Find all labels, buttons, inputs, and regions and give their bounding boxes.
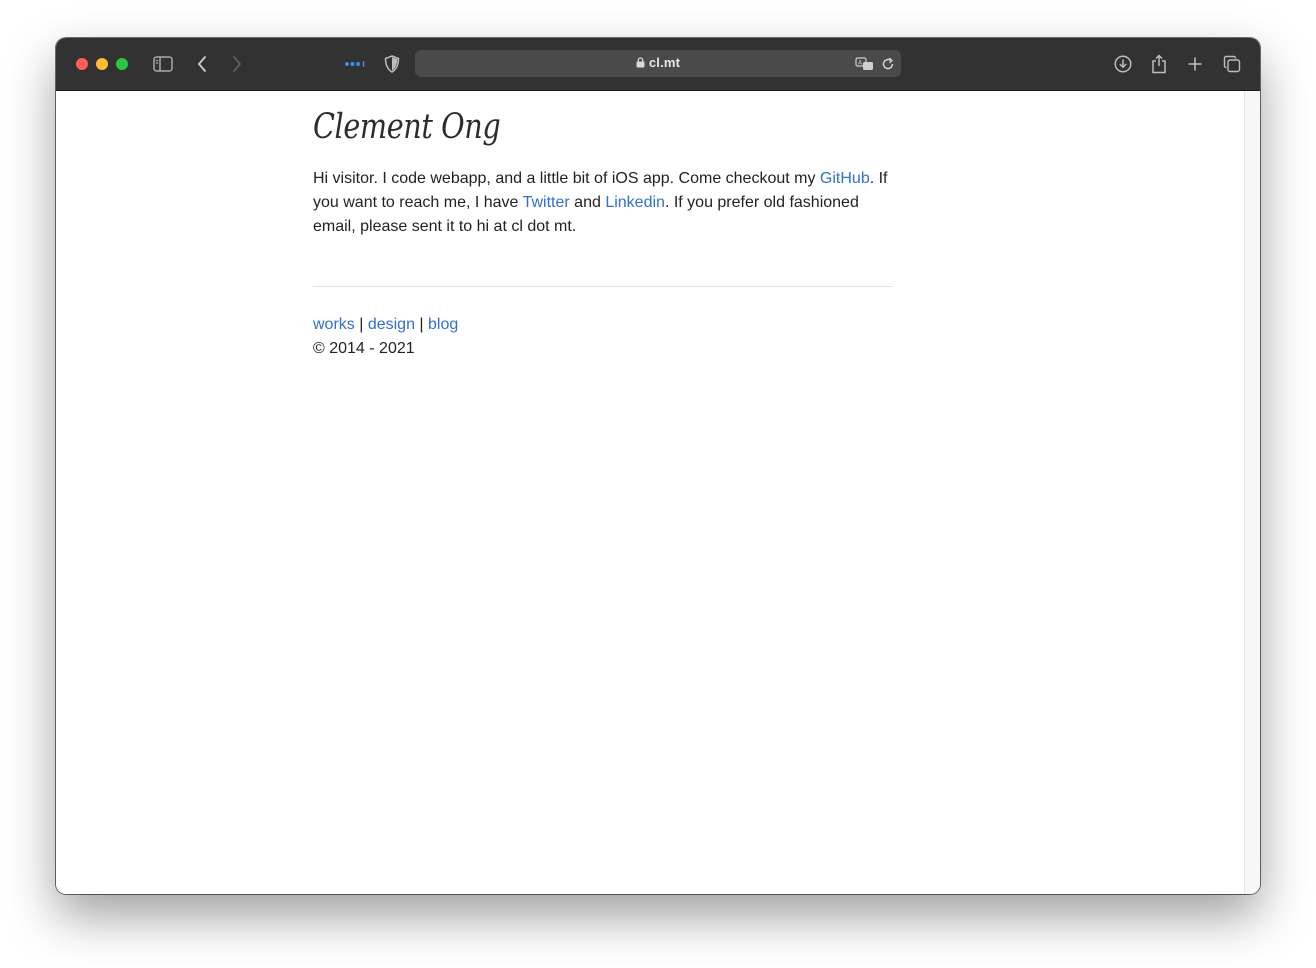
linkedin-link[interactable]: Linkedin [605,194,665,211]
github-link[interactable]: GitHub [820,170,870,187]
blog-link[interactable]: blog [428,316,458,333]
intro-paragraph: Hi visitor. I code webapp, and a little … [313,167,893,239]
tabs-icon[interactable] [1220,52,1244,76]
footer-separator: | [354,316,368,333]
url-text: cl.mt [648,55,681,70]
privacy-shield-icon[interactable] [380,52,404,76]
intro-text-3: and [569,194,606,211]
browser-window: cl.mt A Clement Ong Hi visitor. I code w… [56,38,1260,894]
works-link[interactable]: works [313,316,355,333]
share-icon[interactable] [1147,52,1171,76]
sidebar-icon[interactable] [151,52,175,76]
page-title: Clement Ong [313,107,501,147]
scrollbar-track[interactable] [1244,91,1260,894]
twitter-link[interactable]: Twitter [523,194,570,211]
page-content: Clement Ong Hi visitor. I code webapp, a… [56,91,1244,894]
back-icon[interactable] [190,52,214,76]
divider [313,286,893,287]
address-bar[interactable]: cl.mt A [415,50,901,77]
translate-icon[interactable]: A [853,52,877,76]
close-window-button[interactable] [76,58,88,70]
minimize-window-button[interactable] [96,58,108,70]
intro-text-1: Hi visitor. I code webapp, and a little … [313,170,820,187]
tab-overview-dots-icon[interactable] [343,52,367,76]
download-icon[interactable] [1111,52,1135,76]
reload-icon[interactable] [876,52,900,76]
footer: works | design | blog © 2014 - 2021 [313,313,458,361]
browser-toolbar: cl.mt A [56,38,1260,91]
footer-separator: | [414,316,429,333]
new-tab-icon[interactable] [1183,52,1207,76]
zoom-window-button[interactable] [116,58,128,70]
copyright-text: © 2014 - 2021 [313,340,415,357]
lock-icon [636,57,645,68]
footer-nav: works | design | blog [313,313,458,337]
forward-icon[interactable] [225,52,249,76]
design-link[interactable]: design [368,316,415,333]
